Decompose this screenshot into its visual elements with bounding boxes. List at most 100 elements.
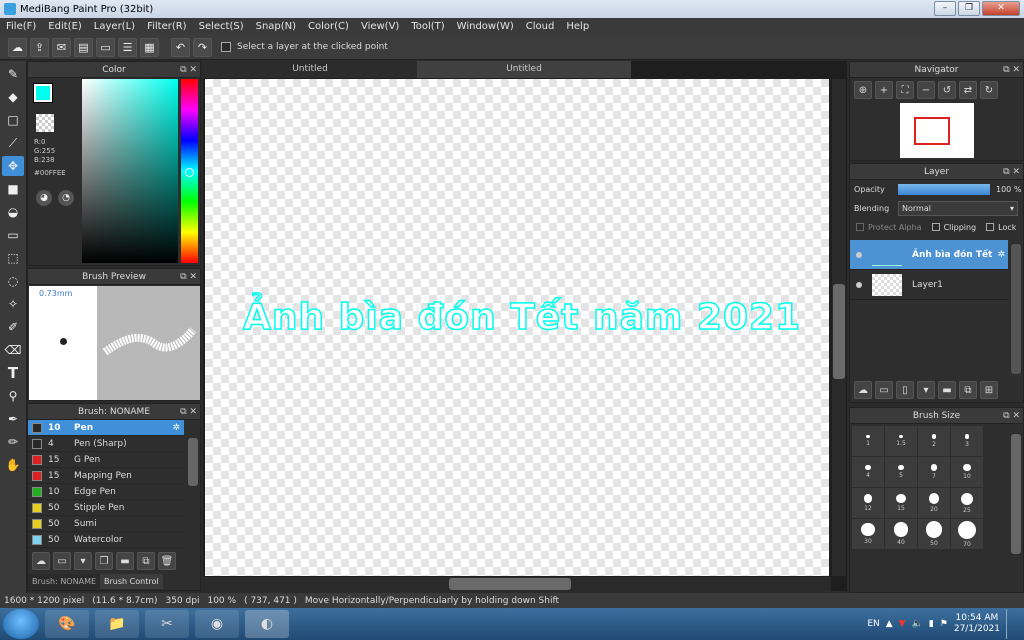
- add-brush-icon[interactable]: ▾: [74, 552, 92, 570]
- rect-tool-icon[interactable]: □: [2, 110, 24, 130]
- menu-layer[interactable]: Layer(L): [88, 21, 141, 32]
- brush-list-scrollbar[interactable]: [188, 438, 198, 486]
- transparent-swatch[interactable]: [36, 114, 54, 132]
- cloud-layer-icon[interactable]: ☁: [854, 381, 872, 399]
- new-layer-icon[interactable]: ▭: [875, 381, 893, 399]
- menu-tool[interactable]: Tool(T): [405, 21, 450, 32]
- bucket-tool-icon[interactable]: ◒: [2, 202, 24, 222]
- brush-size-cell[interactable]: 25: [951, 488, 983, 518]
- text-tool-icon[interactable]: T: [2, 363, 24, 383]
- clock[interactable]: 10:54 AM 27/1/2021: [954, 613, 1000, 635]
- lasso-tool-icon[interactable]: ◌: [2, 271, 24, 291]
- clipping-checkbox[interactable]: [931, 223, 940, 231]
- menu-view[interactable]: View(V): [355, 21, 405, 32]
- list-icon[interactable]: ☰: [118, 37, 137, 57]
- operation-tool-icon[interactable]: ⚲: [2, 386, 24, 406]
- hue-handle[interactable]: [185, 168, 194, 177]
- redo-icon[interactable]: ↷: [193, 37, 212, 57]
- grid-icon[interactable]: ▦: [140, 37, 159, 57]
- pen-tool-icon[interactable]: ✏: [2, 432, 24, 452]
- cloud-brush-icon[interactable]: ☁: [32, 552, 50, 570]
- brush-size-cell[interactable]: 15: [885, 488, 917, 518]
- brush-item[interactable]: 50 Stipple Pen: [28, 500, 184, 516]
- panel-close-icon[interactable]: ⧉ ✕: [1003, 408, 1020, 424]
- brush-size-cell[interactable]: 12: [852, 488, 884, 518]
- tab-brush[interactable]: Brush: NONAME: [28, 574, 101, 589]
- select-eraser-tool-icon[interactable]: ⌫: [2, 340, 24, 360]
- maximize-button[interactable]: ❐: [958, 1, 980, 16]
- chrome-icon[interactable]: ◉: [195, 610, 239, 638]
- protect-alpha-checkbox[interactable]: [856, 223, 864, 231]
- gradient-tool-icon[interactable]: ▭: [2, 225, 24, 245]
- start-button[interactable]: [3, 609, 39, 639]
- merge-layer-icon[interactable]: ⊞: [980, 381, 998, 399]
- trash-icon[interactable]: 🗑: [158, 552, 176, 570]
- flag-icon[interactable]: ⚑: [940, 619, 948, 629]
- brush-size-cell[interactable]: 4: [852, 457, 884, 487]
- gear-icon[interactable]: ✲: [997, 250, 1005, 260]
- eye-icon[interactable]: [856, 251, 862, 258]
- comment-icon[interactable]: ✉: [52, 37, 71, 57]
- menu-file[interactable]: File(F): [0, 21, 42, 32]
- select-rect-tool-icon[interactable]: ⬚: [2, 248, 24, 268]
- snipping-tool-icon[interactable]: ✂: [145, 610, 189, 638]
- magic-wand-tool-icon[interactable]: ✧: [2, 294, 24, 314]
- eye-icon[interactable]: [856, 281, 862, 288]
- flip-icon[interactable]: ⇄: [959, 81, 977, 99]
- explorer-icon[interactable]: 📁: [95, 610, 139, 638]
- brush-tool-icon[interactable]: ✎: [2, 64, 24, 84]
- drawing-canvas[interactable]: Ảnh bìa đón Tết năm 2021: [205, 79, 829, 576]
- menu-snap[interactable]: Snap(N): [250, 21, 302, 32]
- lock-checkbox[interactable]: [986, 223, 995, 231]
- color-history-icon[interactable]: ◔: [58, 190, 74, 206]
- panel-close-icon[interactable]: ⧉ ✕: [1003, 62, 1020, 78]
- select-pen-tool-icon[interactable]: ✐: [2, 317, 24, 337]
- layer-list-scrollbar[interactable]: [1011, 244, 1021, 374]
- add-layer-menu-icon[interactable]: ▾: [917, 381, 935, 399]
- doc-tab[interactable]: Untitled: [417, 61, 631, 78]
- duplicate-layer-icon[interactable]: ⧉: [959, 381, 977, 399]
- menu-filter[interactable]: Filter(R): [141, 21, 193, 32]
- zoom-in-small-icon[interactable]: +: [875, 81, 893, 99]
- speech-icon[interactable]: ▤: [74, 37, 93, 57]
- folder-icon[interactable]: ▬: [938, 381, 956, 399]
- medibang-icon[interactable]: ◐: [245, 610, 289, 638]
- show-desktop-button[interactable]: [1006, 609, 1016, 639]
- line-tool-icon[interactable]: ⟋: [2, 133, 24, 153]
- opacity-slider[interactable]: [898, 183, 990, 195]
- zoom-out-icon[interactable]: −: [917, 81, 935, 99]
- rotate-right-icon[interactable]: ↻: [980, 81, 998, 99]
- canvas-hscrollbar[interactable]: [203, 577, 831, 591]
- panel-close-icon[interactable]: ⧉ ✕: [180, 269, 197, 285]
- fit-icon[interactable]: ⛶: [896, 81, 914, 99]
- menu-cloud[interactable]: Cloud: [520, 21, 561, 32]
- tab-brush-control[interactable]: Brush Control: [100, 574, 163, 589]
- brush-item[interactable]: 15 G Pen: [28, 452, 184, 468]
- zoom-in-icon[interactable]: ⊕: [854, 81, 872, 99]
- brush-item[interactable]: 4 Pen (Sharp): [28, 436, 184, 452]
- brush-size-cell[interactable]: 2: [918, 426, 950, 456]
- layer-item[interactable]: Layer1: [850, 270, 1008, 300]
- panel-close-icon[interactable]: ⧉ ✕: [1003, 164, 1020, 180]
- volume-icon[interactable]: 🔈: [912, 619, 923, 629]
- menu-help[interactable]: Help: [560, 21, 595, 32]
- antivirus-icon[interactable]: ▼: [899, 619, 906, 629]
- close-button[interactable]: ✕: [982, 1, 1020, 16]
- share-icon[interactable]: ⇪: [30, 37, 49, 57]
- rotate-left-icon[interactable]: ↺: [938, 81, 956, 99]
- menu-window[interactable]: Window(W): [451, 21, 520, 32]
- duplicate-icon[interactable]: ⧉: [137, 552, 155, 570]
- brush-size-cell[interactable]: 20: [918, 488, 950, 518]
- menu-edit[interactable]: Edit(E): [42, 21, 88, 32]
- fill-rect-tool-icon[interactable]: ■: [2, 179, 24, 199]
- select-layer-checkbox[interactable]: [221, 42, 231, 52]
- cloud-icon[interactable]: ☁: [8, 37, 27, 57]
- brush-item[interactable]: 10 Edge Pen: [28, 484, 184, 500]
- brush-size-cell[interactable]: 1.5: [885, 426, 917, 456]
- undo-icon[interactable]: ↶: [171, 37, 190, 57]
- brush-size-cell[interactable]: 40: [885, 519, 917, 549]
- fg-color-swatch[interactable]: [33, 83, 53, 103]
- copy-brush-icon[interactable]: ❐: [95, 552, 113, 570]
- brush-size-cell[interactable]: 1: [852, 426, 884, 456]
- minimize-button[interactable]: –: [934, 1, 956, 16]
